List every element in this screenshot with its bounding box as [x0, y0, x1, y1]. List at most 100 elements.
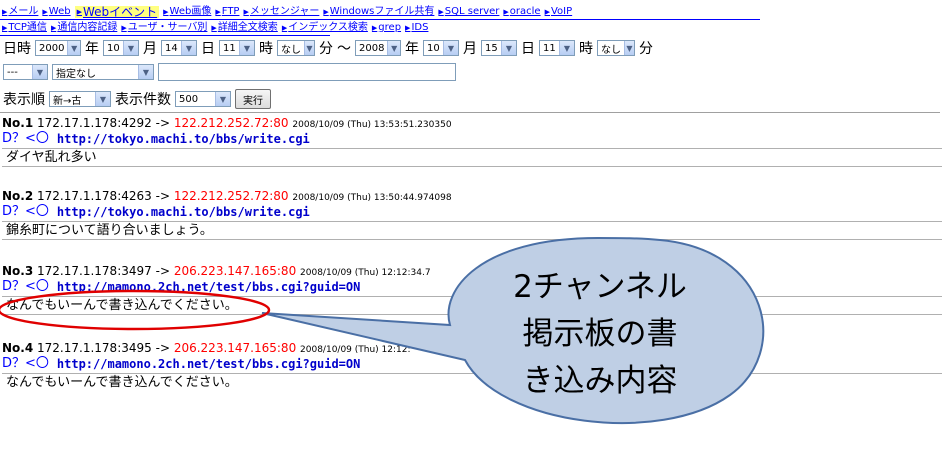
from-month-select[interactable]: 10 ▼: [103, 40, 139, 56]
nav-user-server[interactable]: ▶ ユーザ・サーバ別: [121, 22, 207, 34]
month-label: 月: [143, 41, 157, 57]
triangle-right-icon: ▶: [50, 24, 57, 32]
to-year-select[interactable]: 2008 ▼: [355, 40, 401, 56]
to-month-select[interactable]: 10 ▼: [423, 40, 459, 56]
nav-row-primary: ▶ メール ▶ Web ▶ Webイベント ▶ Web画像 ▶ FTP ▶ メッセンジャー …: [2, 5, 572, 19]
entry-method: D？<〇: [2, 131, 49, 146]
from-year-select[interactable]: 2000 ▼: [35, 40, 81, 56]
nav-index-search[interactable]: ▶ インデックス検索: [282, 22, 368, 34]
entry-src: 172.17.1.178:4292: [37, 116, 152, 130]
entry-request: D？<〇 http://mamono.2ch.net/test/bbs.cgi?…: [2, 356, 942, 372]
log-entry: No.1 172.17.1.178:4292 -> 122.212.252.72…: [2, 116, 942, 167]
chevron-down-icon: ▼: [501, 41, 516, 55]
entry-timestamp: 2008/10/09 (Thu) 12:12:34.7: [300, 268, 431, 278]
condition-select-a[interactable]: --- ▼: [3, 64, 48, 80]
chevron-down-icon: ▼: [123, 41, 138, 55]
entry-url[interactable]: http://mamono.2ch.net/test/bbs.cgi?guid=…: [57, 356, 360, 372]
triangle-right-icon: ▶: [215, 8, 221, 16]
entry-src: 172.17.1.178:3497: [37, 264, 152, 278]
entry-request: D？<〇 http://tokyo.machi.to/bbs/write.cgi: [2, 131, 942, 147]
triangle-right-icon: ▶: [76, 8, 82, 16]
condition-select-b[interactable]: 指定なし ▼: [52, 64, 154, 80]
triangle-right-icon: ▶: [281, 24, 288, 32]
count-select[interactable]: 500 ▼: [175, 91, 231, 107]
minute-label: 分: [639, 41, 653, 57]
entry-number: No.2: [2, 189, 34, 203]
entry-method: D？<〇: [2, 279, 49, 294]
nav-mail[interactable]: ▶ メール: [2, 6, 38, 18]
entry-message: なんでもいーんで書き込んでください。: [2, 296, 942, 315]
nav-grep[interactable]: ▶ grep: [372, 22, 401, 34]
order-select[interactable]: 新→古 ▼: [49, 91, 111, 107]
nav-ids[interactable]: ▶ IDS: [405, 22, 428, 34]
entry-dst: 206.223.147.165:80: [173, 341, 297, 355]
entry-message: なんでもいーんで書き込んでください。: [2, 373, 942, 392]
entry-request: D？<〇 http://mamono.2ch.net/test/bbs.cgi?…: [2, 279, 942, 295]
hour-label: 時: [579, 41, 593, 57]
entry-header: No.1 172.17.1.178:4292 -> 122.212.252.72…: [2, 116, 942, 131]
to-hour-select[interactable]: 11 ▼: [539, 40, 575, 56]
entry-url[interactable]: http://mamono.2ch.net/test/bbs.cgi?guid=…: [57, 279, 360, 295]
callout-line: き込み内容: [522, 363, 678, 399]
log-entry: No.2 172.17.1.178:4263 -> 122.212.252.72…: [2, 189, 942, 240]
day-label: 日: [521, 41, 535, 57]
triangle-right-icon: ▶: [243, 8, 249, 16]
triangle-right-icon: ▶: [121, 24, 127, 32]
from-minute-select[interactable]: なし ▼: [277, 40, 315, 56]
from-hour-select[interactable]: 11 ▼: [219, 40, 255, 56]
triangle-right-icon: ▶: [405, 24, 411, 32]
entry-timestamp: 2008/10/09 (Thu) 12:12:: [300, 345, 411, 355]
condition-text-input[interactable]: [158, 63, 456, 81]
order-label: 表示順: [3, 92, 45, 108]
entry-number: No.3: [2, 264, 34, 278]
nav-sql-server[interactable]: ▶ SQL server: [438, 6, 499, 18]
header-divider: [0, 112, 940, 113]
to-minute-select[interactable]: なし ▼: [597, 40, 635, 56]
entry-dst: 122.212.252.72:80: [173, 116, 289, 130]
condition-filter-row: --- ▼ 指定なし ▼: [3, 62, 456, 82]
nav-tcp[interactable]: ▶ TCP通信: [2, 22, 47, 34]
triangle-right-icon: ▶: [323, 8, 329, 16]
from-day-select[interactable]: 14 ▼: [161, 40, 197, 56]
chevron-down-icon: ▼: [95, 92, 110, 106]
entry-src: 172.17.1.178:4263: [37, 189, 152, 203]
entry-method: D？<〇: [2, 356, 49, 371]
nav-content-record[interactable]: ▶ 通信内容記録: [51, 22, 117, 34]
chevron-down-icon: ▼: [181, 41, 196, 55]
entry-number: No.1: [2, 116, 34, 130]
nav-row-secondary: ▶ TCP通信 ▶ 通信内容記録 ▶ ユーザ・サーバ別 ▶ 詳細全文検索 ▶ インデックス…: [2, 21, 428, 35]
nav-voip[interactable]: ▶ VoIP: [545, 6, 573, 18]
nav-fulltext-search[interactable]: ▶ 詳細全文検索: [211, 22, 277, 34]
chevron-down-icon: ▼: [67, 41, 80, 55]
entry-arrow: ->: [155, 341, 170, 355]
triangle-right-icon: ▶: [211, 24, 217, 32]
chevron-down-icon: ▼: [559, 41, 574, 55]
hour-label: 時: [259, 41, 273, 57]
entry-method: D？<〇: [2, 204, 49, 219]
datetime-label: 日時: [3, 41, 31, 57]
log-entry: No.3 172.17.1.178:3497 -> 206.223.147.16…: [2, 264, 942, 315]
entry-timestamp: 2008/10/09 (Thu) 13:50:44.974098: [292, 193, 452, 203]
nav-windows-share[interactable]: ▶ Windowsファイル共有: [323, 6, 434, 18]
chevron-down-icon: ▼: [138, 65, 153, 79]
entry-dst: 122.212.252.72:80: [173, 189, 289, 203]
entry-url[interactable]: http://tokyo.machi.to/bbs/write.cgi: [57, 204, 310, 220]
callout-line: 掲示板の書: [522, 316, 678, 352]
entry-dst: 206.223.147.165:80: [173, 264, 297, 278]
entry-request: D？<〇 http://tokyo.machi.to/bbs/write.cgi: [2, 204, 942, 220]
run-button[interactable]: 実行: [235, 89, 271, 109]
nav-web-image[interactable]: ▶ Web画像: [163, 6, 211, 18]
nav-web-event[interactable]: ▶ Webイベント: [74, 6, 160, 18]
nav-messenger[interactable]: ▶ メッセンジャー: [243, 6, 319, 18]
nav-ftp[interactable]: ▶ FTP: [215, 6, 239, 18]
chevron-down-icon: ▼: [624, 41, 634, 55]
triangle-right-icon: ▶: [503, 8, 509, 16]
nav-oracle[interactable]: ▶ oracle: [503, 6, 540, 18]
entry-url[interactable]: http://tokyo.machi.to/bbs/write.cgi: [57, 131, 310, 147]
to-day-select[interactable]: 15 ▼: [481, 40, 517, 56]
nav-web[interactable]: ▶ Web: [42, 6, 70, 18]
entry-src: 172.17.1.178:3495: [37, 341, 152, 355]
packet-log-viewer: ▶ メール ▶ Web ▶ Webイベント ▶ Web画像 ▶ FTP ▶ メッセンジャー …: [0, 0, 950, 450]
entry-timestamp: 2008/10/09 (Thu) 13:53:51.230350: [292, 120, 452, 130]
log-entry: No.4 172.17.1.178:3495 -> 206.223.147.16…: [2, 341, 942, 392]
